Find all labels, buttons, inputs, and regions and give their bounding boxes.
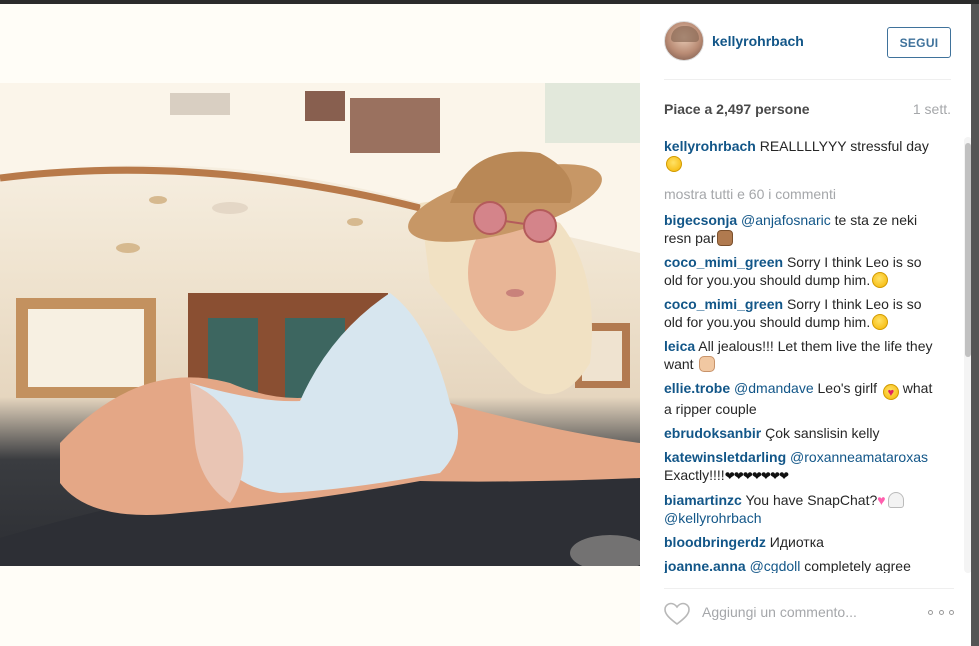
comment-username[interactable]: bloodbringerdz [664,534,766,550]
view-all-comments-link[interactable]: mostra tutti e 60 i commenti [664,185,962,203]
list-item: ellie.trobe @dmandave Leo's girlf ♥ what… [664,379,944,418]
comments-list[interactable]: kellyrohrbach REALLLLYYY stressful day m… [664,137,962,573]
list-item: leica All jealous!!! Let them live the l… [664,337,944,373]
likes-count[interactable]: Piace a 2,497 persone [664,101,810,117]
window-edge [971,4,979,646]
add-comment-input[interactable] [702,601,922,623]
caption: kellyrohrbach REALLLLYYY stressful day [664,137,944,173]
comment-username[interactable]: joanne.anna [664,558,746,573]
comment-text: Leo's girlf [813,380,878,396]
list-item: bloodbringerdz Идиотка [664,533,944,551]
comment-username[interactable]: ellie.trobe [664,380,730,396]
comment-text: completely agree [800,558,911,573]
comment-username[interactable]: ebrudoksanbir [664,425,761,441]
mention-link[interactable]: @kellyrohrbach [664,510,761,526]
photo-pane [0,4,640,646]
caption-text: REALLLLYYY stressful day [759,138,929,154]
list-item: ebrudoksanbir Çok sanslisin kelly [664,424,944,442]
mention-link[interactable]: @dmandave [734,380,814,396]
ok-hand-emoji-icon [699,356,716,372]
mention-link[interactable]: @roxanneamataroxas [790,449,928,465]
more-options-icon[interactable] [928,605,954,619]
list-item: coco_mimi_green Sorry I think Leo is so … [664,295,944,331]
comment-username[interactable]: kellyrohrbach [664,138,756,154]
heart-icon[interactable] [664,602,690,626]
heart-eyes-emoji-icon: ♥ [882,384,899,400]
mention-link[interactable]: @cgdoll [750,558,801,573]
pink-heart-emoji-icon: ♥ [877,492,886,508]
black-hearts-emoji-icon: ❤❤❤❤❤❤❤ [724,469,789,483]
follow-button[interactable]: SEGUI [887,27,951,58]
smile-emoji-icon [666,156,682,172]
comment-text: You have SnapChat? [745,492,878,508]
likes-row: Piace a 2,497 persone 1 sett. [664,101,951,121]
comment-username[interactable]: leica [664,338,695,354]
list-item: coco_mimi_green Sorry I think Leo is so … [664,253,944,289]
comment-username[interactable]: coco_mimi_green [664,254,783,270]
monkey-emoji-icon [717,230,734,246]
comment-text: Çok sanslisin kelly [765,425,880,441]
comment-text: Идиотка [769,534,824,550]
ghost-emoji-icon [887,492,904,508]
unamused-emoji-icon [872,272,889,288]
post-sidebar: kellyrohrbach SEGUI Piace a 2,497 person… [640,4,979,646]
comment-footer [664,588,954,630]
list-item: biamartinzc You have SnapChat?♥ @kellyro… [664,491,944,527]
comment-text: Exactly!!!! [664,467,725,483]
comment-username[interactable]: katewinsletdarling [664,449,786,465]
unamused-emoji-icon [872,314,889,330]
list-item: katewinsletdarling @roxanneamataroxas Ex… [664,448,944,485]
post-time[interactable]: 1 sett. [913,101,951,117]
post-photo[interactable] [0,83,640,566]
post-photo-illustration [0,83,640,566]
comment-username[interactable]: bigecsonja [664,212,737,228]
list-item: bigecsonja @anjafosnaric te sta ze neki … [664,211,944,247]
list-item: joanne.anna @cgdoll completely agree [664,557,944,573]
comment-username[interactable]: coco_mimi_green [664,296,783,312]
author-username-link[interactable]: kellyrohrbach [712,33,804,49]
comment-username[interactable]: biamartinzc [664,492,742,508]
mention-link[interactable]: @anjafosnaric [741,212,831,228]
post-header: kellyrohrbach SEGUI [664,18,951,80]
avatar[interactable] [664,21,704,61]
